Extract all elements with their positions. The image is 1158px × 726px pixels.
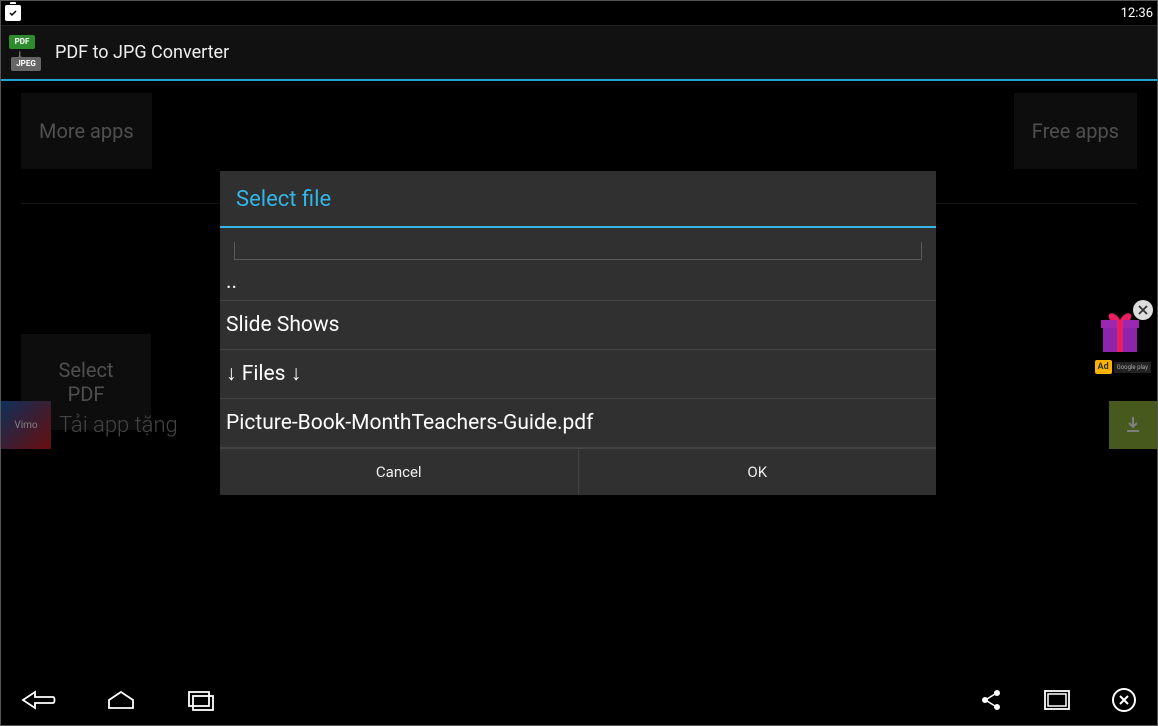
dialog-title: Select file	[220, 171, 936, 228]
nav-bar	[1, 675, 1157, 725]
select-file-dialog: Select file .. Slide Shows ↓ Files ↓ Pic…	[220, 171, 936, 495]
home-icon[interactable]	[105, 688, 137, 712]
action-bar: PDF ↓ JPEG PDF to JPG Converter	[1, 25, 1157, 81]
file-list: .. Slide Shows ↓ Files ↓ Picture-Book-Mo…	[220, 260, 936, 448]
list-item-parent[interactable]: ..	[220, 260, 936, 301]
back-icon[interactable]	[21, 688, 57, 712]
gift-ad[interactable]: Ad Google play	[1095, 304, 1151, 374]
status-bar: 12:36	[1, 1, 1157, 25]
close-app-icon[interactable]	[1111, 687, 1137, 713]
cast-icon[interactable]	[1043, 689, 1071, 711]
cancel-button[interactable]: Cancel	[220, 449, 579, 495]
list-item-folder[interactable]: Slide Shows	[220, 301, 936, 350]
path-field[interactable]	[234, 242, 922, 260]
app-title: PDF to JPG Converter	[55, 42, 229, 63]
status-notification-icon	[5, 5, 21, 21]
app-logo-icon: PDF ↓ JPEG	[9, 35, 45, 71]
status-time: 12:36	[1121, 6, 1153, 21]
list-item-file[interactable]: Picture-Book-MonthTeachers-Guide.pdf	[220, 399, 936, 448]
ok-button[interactable]: OK	[579, 449, 937, 495]
ad-badge: Ad	[1095, 360, 1112, 374]
share-icon[interactable]	[979, 688, 1003, 712]
recent-apps-icon[interactable]	[185, 688, 217, 712]
close-icon[interactable]	[1133, 300, 1153, 320]
list-item-files-header: ↓ Files ↓	[220, 350, 936, 399]
google-play-badge: Google play	[1114, 362, 1151, 373]
